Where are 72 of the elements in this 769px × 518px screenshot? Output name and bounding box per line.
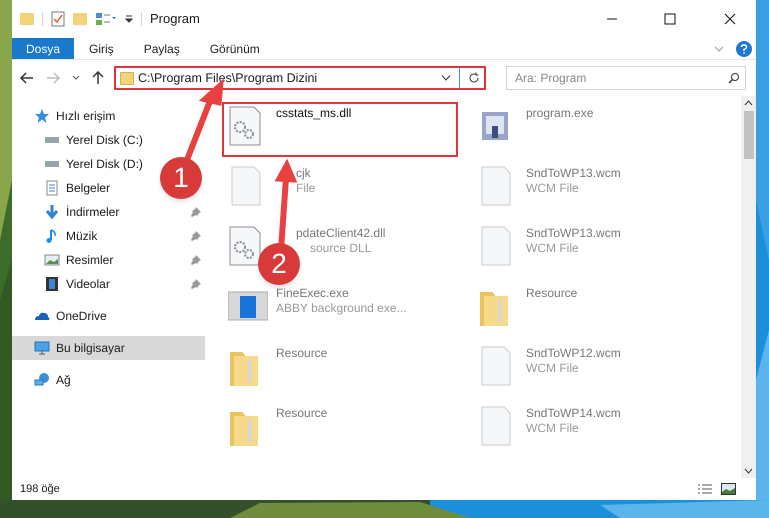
sidebar-item[interactable]: İndirmeler xyxy=(66,203,120,221)
network-icon xyxy=(34,373,50,387)
sidebar-item[interactable]: Hızlı erişim xyxy=(56,107,116,125)
file-name[interactable]: SndToWP12.wcm xyxy=(526,346,621,361)
file-type: ABBY background exe... xyxy=(276,301,407,316)
ribbon-tab[interactable]: Paylaş xyxy=(128,38,195,59)
scrollbar[interactable] xyxy=(741,96,756,478)
sidebar-item[interactable]: Müzik xyxy=(66,227,98,245)
dropdown-icon[interactable] xyxy=(125,15,133,23)
search-icon[interactable] xyxy=(728,72,740,84)
scroll-down-icon[interactable] xyxy=(744,468,753,474)
sidebar-item[interactable]: Videolar xyxy=(66,275,110,293)
sidebar-item[interactable]: Belgeler xyxy=(66,179,110,197)
file-name[interactable]: FineExec.exe xyxy=(276,286,407,301)
checkbox-icon[interactable] xyxy=(51,11,65,27)
ribbon-tab[interactable]: Giriş xyxy=(74,38,129,59)
drive-icon xyxy=(44,160,60,168)
image-icon xyxy=(44,254,60,266)
sidebar-item[interactable]: OneDrive xyxy=(56,307,107,325)
star-icon xyxy=(34,108,50,124)
maximize-icon[interactable] xyxy=(664,13,676,25)
file-name[interactable]: SndToWP13.wcm xyxy=(526,226,621,241)
help-icon[interactable] xyxy=(736,40,752,56)
sidebar-item[interactable]: Resimler xyxy=(66,251,114,269)
drive-icon xyxy=(44,136,60,144)
file-name[interactable]: SndToWP13.wcm xyxy=(526,166,621,181)
file-type: WCM File xyxy=(526,241,580,256)
scroll-up-icon[interactable] xyxy=(744,100,753,106)
file-name[interactable]: Resource xyxy=(276,406,328,421)
up-icon[interactable] xyxy=(92,71,104,85)
file-type: source DLL xyxy=(310,241,372,256)
scrollbar-thumb[interactable] xyxy=(744,111,754,159)
file-name[interactable]: pdateClient42.dll xyxy=(296,226,386,241)
expand-ribbon-icon[interactable] xyxy=(714,44,724,52)
document-icon xyxy=(44,180,60,196)
file-name[interactable]: csstats_ms.dll xyxy=(276,106,352,121)
refresh-icon[interactable] xyxy=(468,72,480,84)
sidebar-item[interactable]: Ağ xyxy=(56,371,71,389)
cloud-icon xyxy=(34,311,50,321)
file-type: WCM File xyxy=(526,361,580,376)
file-name[interactable]: Resource xyxy=(526,286,578,301)
folder-icon xyxy=(120,72,134,84)
file-name[interactable]: program.exe xyxy=(526,106,594,121)
back-icon[interactable] xyxy=(20,72,34,84)
search-field[interactable]: Ara: Program xyxy=(506,66,746,90)
film-icon xyxy=(44,276,60,292)
ribbon-tab[interactable]: Dosya xyxy=(12,38,74,59)
file-name[interactable]: Resource xyxy=(276,346,328,361)
address-field[interactable]: C:\Program Files\Program Dizini xyxy=(114,66,486,90)
recent-locations-icon[interactable] xyxy=(72,75,80,81)
chevron-down-icon[interactable] xyxy=(441,75,451,81)
file-type: File xyxy=(296,181,316,196)
sidebar-item[interactable]: Yerel Disk (C:) xyxy=(66,131,143,149)
file-type: WCM File xyxy=(526,421,580,436)
pin-icon[interactable] xyxy=(191,207,201,217)
sidebar-item[interactable]: Yerel Disk (D:) xyxy=(66,155,143,173)
pin-icon[interactable] xyxy=(191,231,201,241)
file-type: WCM File xyxy=(526,181,580,196)
pin-icon[interactable] xyxy=(191,255,201,265)
file-name[interactable]: cjk xyxy=(296,166,311,181)
download-icon xyxy=(44,204,60,220)
sidebar-item[interactable]: Bu bilgisayar xyxy=(56,339,125,357)
close-icon[interactable] xyxy=(724,13,736,25)
details-view-icon[interactable] xyxy=(697,483,713,495)
properties-icon[interactable] xyxy=(95,12,117,26)
item-count: 198 öğe xyxy=(20,482,60,497)
window-title: Program xyxy=(150,10,200,28)
pin-icon[interactable] xyxy=(191,279,201,289)
ribbon-tab[interactable]: Görünüm xyxy=(194,38,275,59)
file-name[interactable]: SndToWP14.wcm xyxy=(526,406,621,421)
large-icons-view-icon[interactable] xyxy=(721,483,736,495)
monitor-icon xyxy=(34,340,50,356)
